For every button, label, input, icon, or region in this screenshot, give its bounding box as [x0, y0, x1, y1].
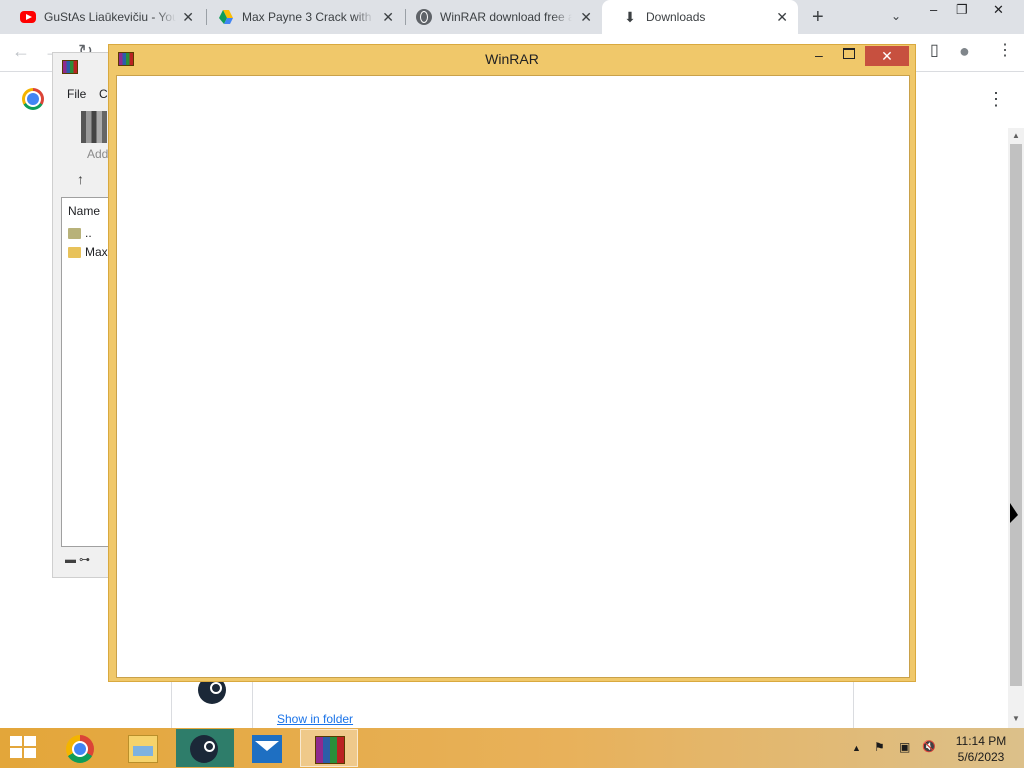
window-client-area [116, 75, 910, 678]
list-item-label: .. [85, 226, 92, 240]
taskbar: ▲ ⚑ ▣ 🔇 11:14 PM 5/6/2023 [0, 728, 1024, 768]
winrar-dialog-window: WinRAR – ✕ [108, 44, 916, 682]
mouse-cursor-icon [1010, 503, 1018, 523]
side-panel-button[interactable]: ▯ [930, 42, 939, 60]
volume-muted-icon[interactable]: 🔇 [922, 740, 936, 753]
folder-icon [68, 246, 81, 258]
show-hidden-icons-button[interactable]: ▲ [852, 743, 861, 753]
windows-logo-icon [24, 736, 36, 746]
close-button[interactable]: ✕ [865, 46, 909, 66]
chrome-logo-icon [22, 88, 44, 110]
winrar-main-window: File C Add ↑ Name .. Max ▬ ⊶ [52, 52, 115, 578]
add-button-label[interactable]: Add [87, 147, 108, 161]
action-center-flag-icon[interactable]: ⚑ [874, 740, 885, 754]
show-in-folder-link[interactable]: Show in folder [277, 712, 353, 726]
close-tab-icon[interactable]: ✕ [182, 9, 194, 25]
download-icon: ⬇ [624, 9, 636, 25]
taskbar-steam[interactable] [176, 729, 234, 767]
file-list: Name .. Max [61, 197, 115, 547]
taskbar-winrar[interactable] [300, 729, 358, 767]
back-button[interactable]: ← [12, 42, 30, 60]
list-item-label: Max [85, 245, 108, 259]
add-archive-icon[interactable] [81, 111, 107, 143]
tab-google-drive[interactable]: Max Payne 3 Crack with Google Drive ✕ [198, 0, 404, 34]
tab-title: WinRAR download free and support [440, 10, 572, 24]
tab-title: GuStAs Liaūkevičiu - YouTube [44, 10, 176, 24]
new-tab-button[interactable]: + [812, 7, 824, 27]
mail-icon [252, 735, 282, 763]
windows-logo-icon [10, 748, 22, 758]
menu-file[interactable]: File [67, 87, 86, 101]
windows-logo-icon [24, 748, 36, 758]
drive-status-icon: ▬ ⊶ [65, 554, 91, 566]
maximize-button[interactable] [843, 48, 855, 59]
scroll-up-arrow-icon[interactable]: ▲ [1012, 131, 1020, 140]
column-header-name[interactable]: Name [68, 204, 100, 218]
close-tab-icon[interactable]: ✕ [580, 9, 592, 25]
browser-menu-button[interactable]: ⋮ [997, 42, 1013, 60]
google-drive-icon [218, 9, 234, 25]
youtube-icon [20, 11, 36, 23]
winrar-icon [62, 60, 78, 74]
taskbar-chrome[interactable] [52, 729, 110, 767]
tab-youtube[interactable]: GuStAs Liaūkevičiu - YouTube ✕ [0, 0, 204, 34]
list-item[interactable]: .. [68, 226, 92, 240]
tab-strip: GuStAs Liaūkevičiu - YouTube ✕ Max Payne… [0, 0, 1024, 34]
page-menu-button[interactable]: ⋮ [987, 90, 1005, 108]
winrar-icon [315, 736, 345, 764]
close-window-button[interactable]: ✕ [993, 2, 1004, 18]
scrollbar-thumb[interactable] [1010, 144, 1022, 686]
taskbar-mail[interactable] [238, 729, 296, 767]
tab-title: Max Payne 3 Crack with Google Drive [242, 10, 374, 24]
restore-button[interactable]: ❐ [956, 2, 968, 18]
scroll-down-arrow-icon[interactable]: ▼ [1012, 714, 1020, 723]
tab-search-button[interactable]: ⌄ [891, 9, 901, 23]
taskbar-file-explorer[interactable] [114, 729, 172, 767]
chrome-icon [66, 735, 94, 763]
menu-commands[interactable]: C [99, 87, 108, 101]
taskbar-clock[interactable]: 11:14 PM 5/6/2023 [950, 733, 1012, 765]
card-divider [252, 682, 253, 728]
download-item-card [171, 682, 854, 728]
folder-icon [68, 227, 81, 239]
minimize-button[interactable]: – [815, 47, 823, 63]
up-folder-button[interactable]: ↑ [77, 171, 84, 187]
clock-time: 11:14 PM [955, 734, 1007, 748]
close-tab-icon[interactable]: ✕ [776, 9, 788, 25]
close-tab-icon[interactable]: ✕ [382, 9, 394, 25]
steam-icon [190, 735, 218, 763]
clock-date: 5/6/2023 [957, 750, 1005, 764]
network-icon[interactable]: ▣ [899, 740, 910, 754]
tab-downloads[interactable]: ⬇ Downloads ✕ [602, 0, 798, 34]
tab-title: Downloads [646, 10, 706, 24]
profile-avatar[interactable]: ● [959, 42, 970, 60]
start-button[interactable] [10, 736, 38, 760]
list-item[interactable]: Max [68, 245, 108, 259]
tab-winrar-download[interactable]: WinRAR download free and support ✕ [396, 0, 602, 34]
minimize-button[interactable]: – [930, 2, 937, 17]
window-title: WinRAR [485, 51, 539, 67]
globe-icon [416, 9, 432, 25]
file-explorer-icon [128, 735, 158, 763]
windows-logo-icon [10, 736, 22, 746]
